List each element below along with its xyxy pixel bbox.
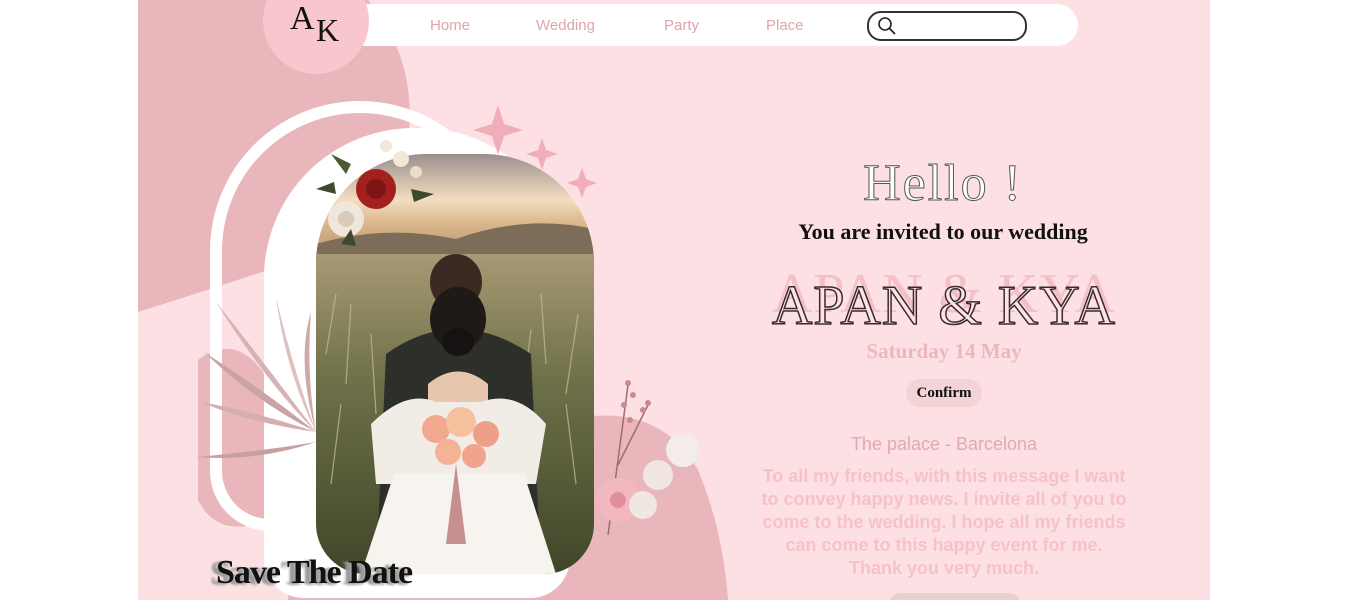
top-navigation: Home Wedding Party Place — [348, 4, 1078, 46]
invitation-page: Save The Date A K Home Wedding Party Pla… — [138, 0, 1210, 600]
nav-party[interactable]: Party — [664, 17, 699, 34]
nav-place[interactable]: Place — [766, 17, 804, 34]
flower-bouquet-icon — [316, 140, 434, 246]
search-icon — [878, 17, 896, 35]
wedding-date: Saturday 14 May — [866, 339, 1022, 363]
blossom-branch-icon — [596, 380, 700, 536]
logo-letter-k: K — [316, 12, 340, 48]
couple-names: APAN & KYA — [771, 274, 1116, 338]
save-the-date-text: Save The Date — [216, 554, 413, 591]
venue-text: The palace - Barcelona — [850, 434, 1038, 454]
nav-home[interactable]: Home — [430, 17, 470, 34]
logo-letter-a: A — [290, 0, 315, 37]
partial-bottom-button[interactable] — [890, 593, 1020, 600]
invite-subtitle: You are invited to our wedding — [798, 219, 1088, 244]
invitation-message: To all my friends, with this message I w… — [761, 466, 1127, 578]
confirm-button[interactable]: Confirm — [906, 379, 982, 407]
dried-palm-leaf-icon — [196, 297, 316, 458]
nav-wedding[interactable]: Wedding — [536, 17, 595, 34]
invitation-panel: Hello ! You are invited to our wedding A… — [738, 0, 1158, 600]
greeting-title: Hello ! — [863, 155, 1023, 213]
search-input[interactable] — [867, 11, 1027, 41]
